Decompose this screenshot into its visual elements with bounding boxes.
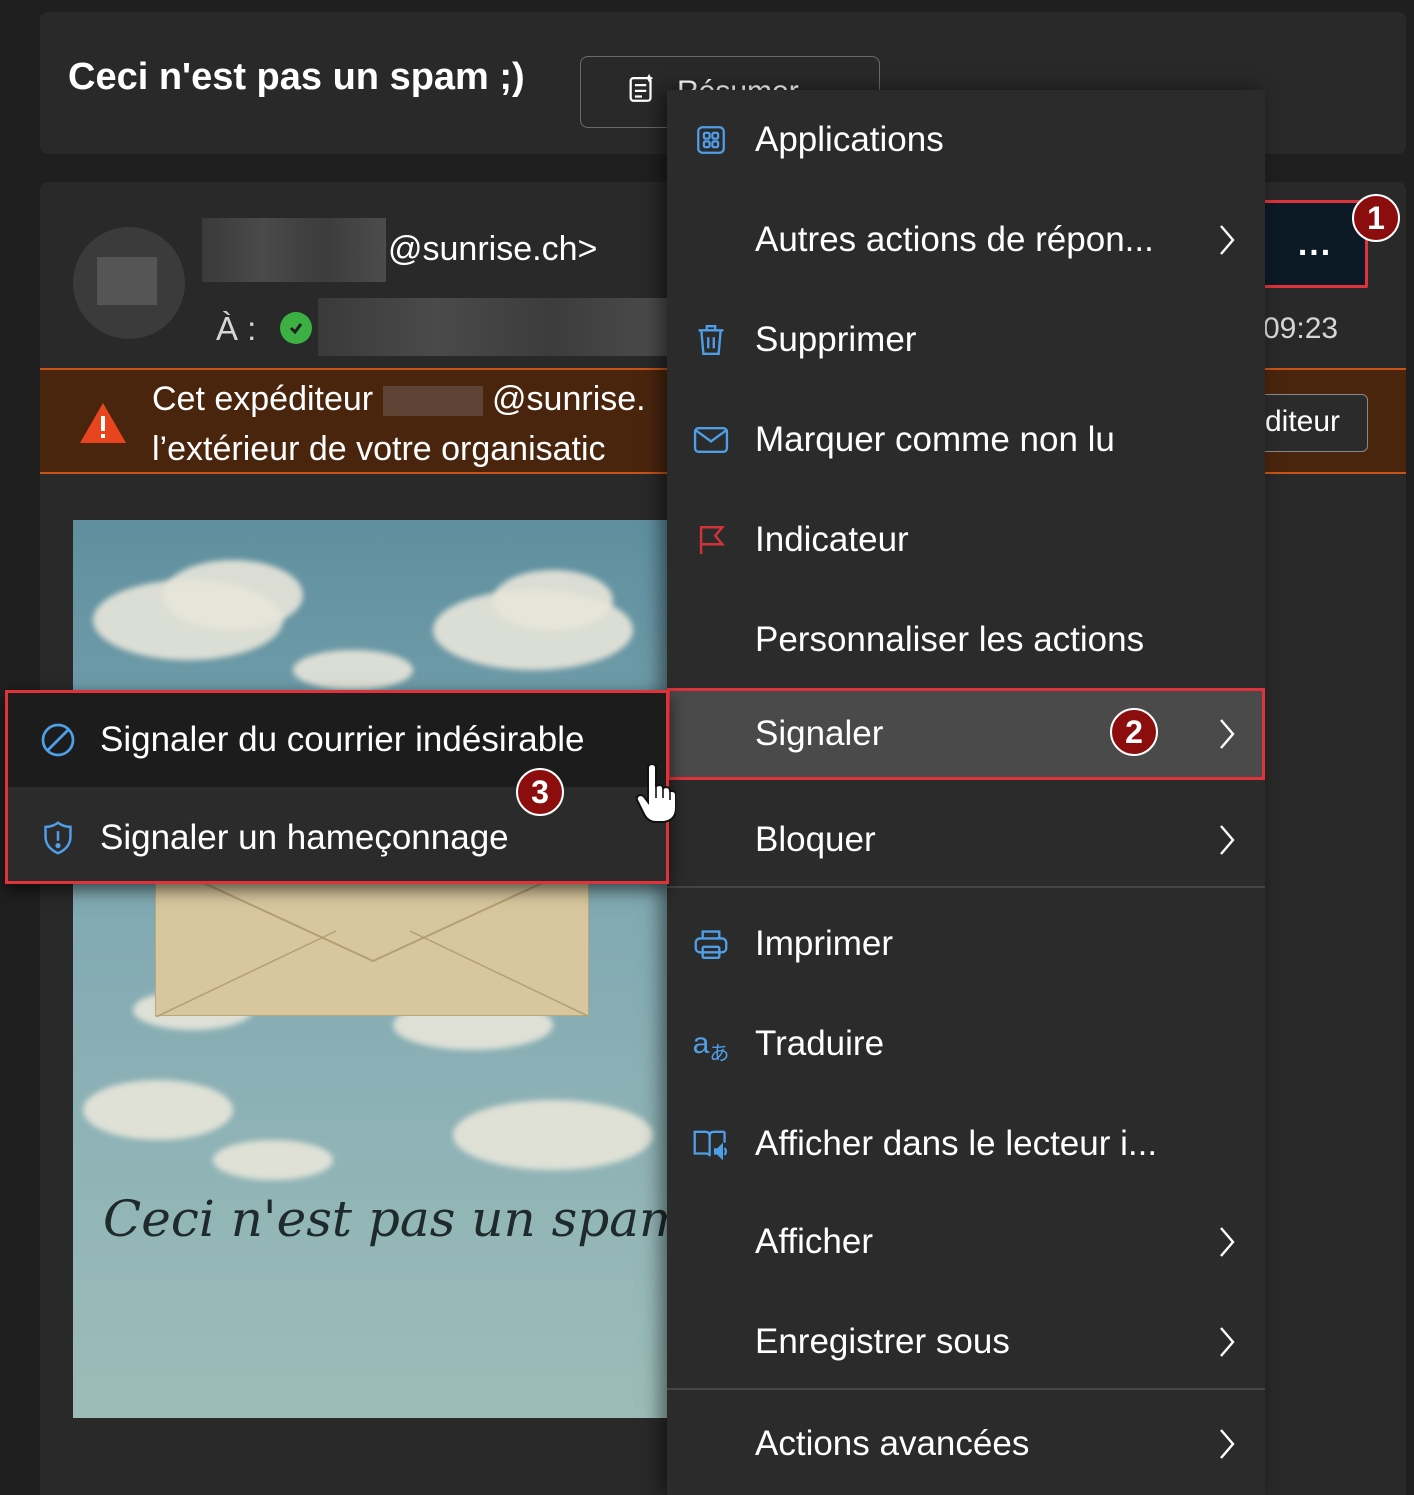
menu-item-applications[interactable]: Applications <box>667 92 1265 188</box>
chevron-right-icon <box>1217 822 1237 867</box>
email-subject: Ceci n'est pas un spam ;) <box>68 56 525 98</box>
block-icon <box>38 720 78 760</box>
warning-line-2: l’extérieur de votre organisatic <box>152 430 606 468</box>
step-marker-2: 2 <box>1110 708 1158 756</box>
menu-item-label: Personnaliser les actions <box>755 620 1145 659</box>
menu-item-flag[interactable]: Indicateur <box>667 492 1265 588</box>
cloud <box>293 650 413 690</box>
menu-item-label: Bloquer <box>755 820 876 859</box>
menu-item-label: Imprimer <box>755 924 894 963</box>
immersive-reader-icon <box>691 1124 731 1164</box>
menu-item-label: Actions avancées <box>755 1424 1030 1463</box>
menu-item-label: Supprimer <box>755 320 917 359</box>
warning-prefix: Cet expéditeur <box>152 380 374 418</box>
verified-check-icon <box>280 312 312 344</box>
to-label: À : <box>216 310 257 347</box>
cloud <box>213 1140 333 1180</box>
chevron-right-icon <box>1217 1224 1237 1269</box>
image-caption: Ceci n'est pas un spam <box>103 1190 667 1248</box>
redacted-sender-name <box>202 218 386 282</box>
chevron-right-icon <box>1217 716 1237 761</box>
menu-item-label: Autres actions de répon... <box>755 220 1154 259</box>
cloud <box>163 560 303 630</box>
warning-suffix: @sunrise. <box>492 380 646 418</box>
menu-item-print[interactable]: Imprimer <box>667 896 1265 992</box>
redacted-recipient <box>318 298 668 356</box>
printer-icon <box>691 924 731 964</box>
email-body-image: Ceci n'est pas un spam <box>73 520 667 1418</box>
shield-icon <box>38 818 78 858</box>
menu-separator <box>667 886 1265 888</box>
chevron-right-icon <box>1217 1324 1237 1369</box>
menu-item-view[interactable]: Afficher <box>667 1194 1265 1290</box>
chevron-right-icon <box>1217 1426 1237 1471</box>
menu-item-other-reply-actions[interactable]: Autres actions de répon... <box>667 192 1265 288</box>
cloud <box>493 570 613 630</box>
menu-item-save-as[interactable]: Enregistrer sous <box>667 1294 1265 1390</box>
summarize-icon <box>625 71 659 113</box>
menu-item-immersive-reader[interactable]: Afficher dans le lecteur i... <box>667 1096 1265 1192</box>
translate-icon: aあ <box>692 1027 730 1065</box>
menu-item-translate[interactable]: aあ Traduire <box>667 996 1265 1092</box>
menu-item-label: Traduire <box>755 1024 885 1063</box>
chevron-right-icon <box>1217 222 1237 267</box>
report-junk-item[interactable]: Signaler du courrier indésirable <box>8 693 666 787</box>
cloud <box>83 1080 233 1140</box>
redacted-warning-sender <box>382 386 483 417</box>
menu-item-block[interactable]: Bloquer <box>667 792 1265 888</box>
menu-item-label: Applications <box>755 120 944 159</box>
report-junk-label: Signaler du courrier indésirable <box>100 720 585 759</box>
menu-item-mark-unread[interactable]: Marquer comme non lu <box>667 392 1265 488</box>
message-time: 09:23 <box>1263 312 1339 345</box>
warning-line-1: Cet expéditeur @sunrise. <box>152 380 646 419</box>
menu-separator <box>667 1388 1265 1390</box>
menu-item-label: Enregistrer sous <box>755 1322 1010 1361</box>
menu-item-label: Afficher <box>755 1222 874 1261</box>
menu-item-report[interactable]: Signaler <box>667 688 1265 780</box>
more-actions-menu: Applications Autres actions de répon... … <box>667 90 1265 1495</box>
sender-address: @sunrise.ch> <box>388 230 598 268</box>
sender-avatar <box>73 227 185 339</box>
menu-item-advanced-actions[interactable]: Actions avancées <box>667 1396 1265 1492</box>
cloud <box>453 1100 653 1170</box>
step-marker-1: 1 <box>1352 194 1400 242</box>
flag-icon <box>691 520 731 560</box>
menu-item-label: Signaler <box>755 714 884 753</box>
warning-icon <box>78 400 128 451</box>
report-submenu: Signaler du courrier indésirable Signale… <box>5 690 669 884</box>
report-phishing-label: Signaler un hameçonnage <box>100 818 509 857</box>
hand-cursor-icon <box>635 762 677 829</box>
menu-item-delete[interactable]: Supprimer <box>667 292 1265 388</box>
menu-item-customize-actions[interactable]: Personnaliser les actions <box>667 592 1265 688</box>
menu-item-label: Afficher dans le lecteur i... <box>755 1124 1158 1163</box>
apps-icon <box>691 120 731 160</box>
report-phishing-item[interactable]: Signaler un hameçonnage <box>8 791 666 885</box>
mail-icon <box>691 420 731 460</box>
menu-item-label: Marquer comme non lu <box>755 420 1115 459</box>
trash-icon <box>691 320 731 360</box>
menu-item-label: Indicateur <box>755 520 909 559</box>
step-marker-3: 3 <box>516 768 564 816</box>
